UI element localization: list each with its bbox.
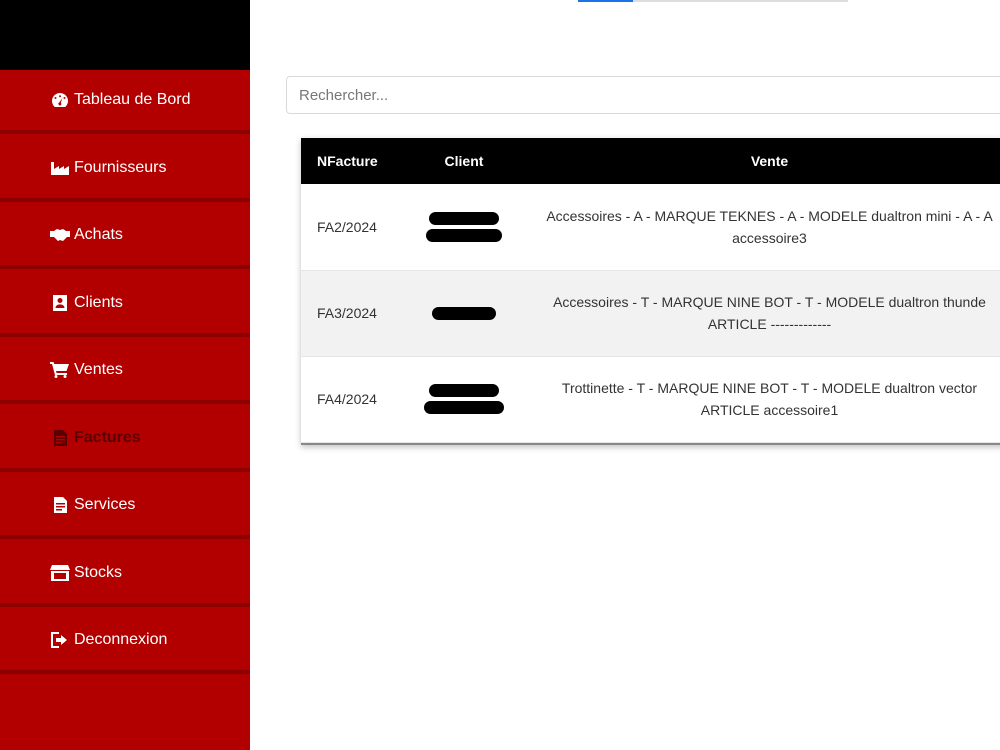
document-icon [50, 496, 70, 514]
search-input[interactable] [286, 76, 1000, 114]
tab-active-indicator[interactable] [578, 0, 633, 2]
factures-table: NFacture Client Vente FA2/2024 Accessoir… [301, 138, 1000, 445]
cell-nfacture: FA4/2024 [317, 391, 377, 407]
vente-line: Accessoires - T - MARQUE NINE BOT - T - … [553, 294, 986, 310]
column-header-client[interactable]: Client [410, 138, 518, 184]
sidebar-item-clients[interactable]: Clients [0, 273, 250, 337]
cell-vente: Accessoires - T - MARQUE NINE BOT - T - … [518, 270, 1000, 356]
factory-icon [50, 159, 70, 177]
sidebar-item-deconnexion[interactable]: Deconnexion [0, 610, 250, 674]
sidebar-item-label: Services [74, 496, 136, 513]
sidebar-item-label: Tableau de Bord [74, 91, 191, 108]
table-row[interactable]: FA4/2024 Trottinette - T - MARQUE NINE B… [301, 356, 1000, 442]
sidebar-item-label: Ventes [74, 361, 123, 378]
table-row[interactable]: FA3/2024 Accessoires - T - MARQUE NINE B… [301, 270, 1000, 356]
redaction-mark [432, 306, 496, 320]
sidebar: Tableau de Bord Fournisseurs Achats Clie… [0, 0, 250, 750]
sidebar-header [0, 0, 250, 70]
sidebar-item-ventes[interactable]: Ventes [0, 340, 250, 404]
redaction-mark [424, 401, 504, 414]
vente-line: ARTICLE accessoire1 [700, 402, 839, 418]
sidebar-item-stocks[interactable]: Stocks [0, 543, 250, 607]
dashboard-icon [50, 91, 70, 109]
invoice-icon [50, 429, 70, 447]
sidebar-item-label: Fournisseurs [74, 159, 167, 176]
redaction-mark [429, 384, 499, 397]
cell-nfacture: FA3/2024 [317, 305, 377, 321]
table-header-row: NFacture Client Vente [301, 138, 1000, 184]
sidebar-item-fournisseurs[interactable]: Fournisseurs [0, 138, 250, 202]
handshake-icon [50, 226, 70, 244]
redaction-mark [426, 228, 502, 242]
sidebar-item-label: Factures [74, 429, 141, 446]
sidebar-item-label: Deconnexion [74, 631, 168, 648]
table-row[interactable]: FA2/2024 Accessoires - A - MARQUE TEKNES… [301, 184, 1000, 270]
sidebar-item-label: Stocks [74, 564, 123, 581]
column-header-vente[interactable]: Vente [518, 138, 1000, 184]
cart-icon [50, 361, 70, 379]
sidebar-item-services[interactable]: Services [0, 475, 250, 539]
cell-vente: Accessoires - A - MARQUE TEKNES - A - MO… [518, 184, 1000, 270]
sidebar-item-label: Clients [74, 294, 123, 311]
cell-client [410, 184, 518, 270]
sidebar-item-tableau-de-bord[interactable]: Tableau de Bord [0, 70, 250, 134]
contact-card-icon [50, 294, 70, 312]
vente-line: Accessoires - A - MARQUE TEKNES - A - MO… [546, 207, 993, 224]
redaction-mark [429, 211, 499, 225]
vente-line: accessoire3 [732, 229, 807, 246]
cell-client [410, 270, 518, 356]
cell-nfacture: FA2/2024 [317, 218, 377, 235]
cell-vente: Trottinette - T - MARQUE NINE BOT - T - … [518, 356, 1000, 442]
column-header-nfacture[interactable]: NFacture [301, 138, 410, 184]
cell-client [410, 356, 518, 442]
sidebar-item-label: Achats [74, 226, 123, 243]
sidebar-item-factures[interactable]: Factures [0, 408, 250, 472]
vente-line: ARTICLE ------------- [707, 316, 832, 332]
store-icon [50, 564, 70, 582]
sign-out-icon [50, 631, 70, 649]
vente-line: Trottinette - T - MARQUE NINE BOT - T - … [561, 380, 978, 396]
sidebar-item-achats[interactable]: Achats [0, 205, 250, 269]
